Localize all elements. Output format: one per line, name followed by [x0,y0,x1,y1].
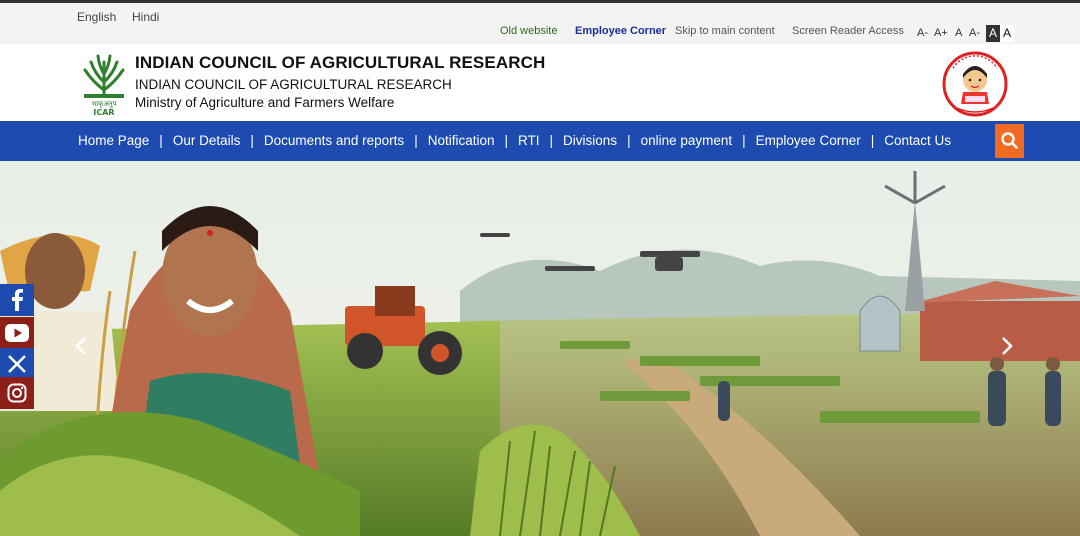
nav-item-contact-us[interactable]: Contact Us [884,133,951,148]
nav-separator: | [549,133,554,148]
nav-separator: | [414,133,418,148]
youtube-link[interactable] [0,317,34,349]
chevron-right-icon [1002,337,1013,355]
hero-illustration [0,161,1080,536]
x-link[interactable] [0,348,34,380]
skip-to-content-link[interactable]: Skip to main content [675,25,775,37]
dark-contrast-button[interactable]: A [986,25,1000,42]
utility-bar: English Hindi Old website Employee Corne… [0,3,1080,44]
instagram-icon [7,383,27,403]
org-subtitle: INDIAN COUNCIL OF AGRICULTURAL RESEARCH [135,77,452,92]
old-website-link[interactable]: Old website [500,25,557,37]
facebook-link[interactable] [0,284,34,316]
font-increase-button[interactable]: A+ [934,27,948,39]
org-title: INDIAN COUNCIL OF AGRICULTURAL RESEARCH [135,53,546,72]
site-header: भाकृअनुप ICAR INDIAN COUNCIL OF AGRICULT… [0,44,1080,121]
nav-separator: | [742,133,746,148]
svg-text:ICAR: ICAR [93,108,114,116]
nav-separator: | [627,133,631,148]
search-icon [1001,132,1018,149]
beti-bachao-logo[interactable] [939,46,1011,120]
nav-item-our-details[interactable]: Our Details [173,133,241,148]
nav-item-online-payment[interactable]: online payment [641,133,733,148]
svg-text:भाकृअनुप: भाकृअनुप [91,100,117,108]
icar-logo[interactable]: भाकृअनुप ICAR [79,50,129,117]
x-icon [8,355,26,373]
nav-item-home[interactable]: Home Page [78,133,149,148]
nav-separator: | [250,133,254,148]
hero-banner [0,161,1080,536]
nav-item-documents[interactable]: Documents and reports [264,133,404,148]
font-decrease-button[interactable]: A- [917,27,928,39]
nav-item-divisions[interactable]: Divisions [563,133,617,148]
font-smaller-button[interactable]: A- [969,27,980,39]
nav-separator: | [504,133,509,148]
language-hindi-link[interactable]: Hindi [132,10,159,24]
language-english-link[interactable]: English [77,10,116,24]
nav-item-rti[interactable]: RTI [518,133,540,148]
employee-corner-link[interactable]: Employee Corner [575,25,666,37]
font-reset-button[interactable]: A [955,27,962,39]
carousel-next-button[interactable] [1000,336,1014,362]
carousel-prev-button[interactable] [74,336,88,362]
youtube-icon [5,324,29,342]
nav-item-employee-corner[interactable]: Employee Corner [756,133,861,148]
nav-menu: Home Page | Our Details | Documents and … [78,133,951,148]
search-button[interactable] [995,124,1024,158]
nav-item-notification[interactable]: Notification [428,133,495,148]
chevron-left-icon [75,337,86,355]
screen-reader-access-link[interactable]: Screen Reader Access [792,25,904,37]
main-navigation: Home Page | Our Details | Documents and … [0,121,1080,161]
nav-separator: | [870,133,875,148]
instagram-link[interactable] [0,377,34,409]
nav-separator: | [159,133,163,148]
ministry-name: Ministry of Agriculture and Farmers Welf… [135,95,395,110]
light-contrast-button[interactable]: A [1000,25,1014,42]
facebook-icon [12,289,23,311]
